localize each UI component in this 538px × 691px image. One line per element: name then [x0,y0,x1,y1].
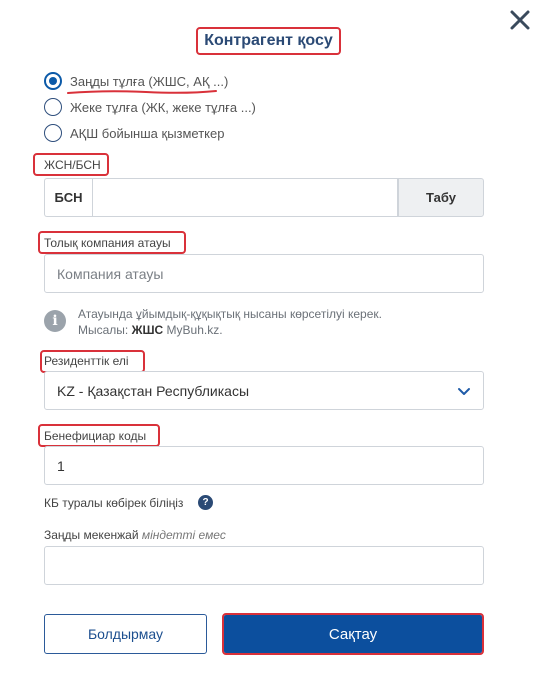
save-button[interactable]: Сақтау [224,615,482,653]
hint-example-prefix: Мысалы: [78,323,129,337]
beneficiary-value: 1 [57,457,65,474]
dialog-title: Контрагент қосу [204,32,333,49]
company-name-input[interactable]: Компания атауы [44,254,484,293]
company-name-placeholder: Компания атауы [57,265,164,282]
search-button[interactable]: Табу [398,178,484,217]
hint-example: Мысалы: ЖШС MyBuh.kz. [78,322,418,338]
legal-address-label: Заңды мекенжай міндетті емес [44,528,226,542]
residency-select[interactable]: KZ - Қазақстан Республикасы [44,371,484,410]
chevron-down-icon [458,388,470,395]
bin-prefix: БСН [44,178,92,217]
radio-label: АҚШ бойынша қызметкер [70,125,225,141]
legal-address-optional: міндетті емес [141,528,226,542]
hint-example-bold: ЖШС [131,323,164,337]
radio-label: Жеке тұлға (ЖК, жеке тұлға ...) [70,99,256,115]
company-name-hint: Атауында ұйымдық-құқықтық нысаны көрсеті… [78,306,418,338]
residency-selected: KZ - Қазақстан Республикасы [57,382,250,399]
beneficiary-input[interactable]: 1 [44,446,484,485]
radio-button[interactable] [44,98,62,116]
legal-address-input[interactable] [44,546,484,585]
bin-input[interactable] [92,178,398,217]
bin-label: ЖСН/БСН [44,158,101,172]
radio-legal-entity[interactable]: Заңды тұлға (ЖШС, АҚ ...) [44,72,228,90]
close-button[interactable] [508,8,532,32]
company-name-label: Толық компания атауы [44,236,171,250]
radio-us-employee[interactable]: АҚШ бойынша қызметкер [44,124,224,142]
close-icon [510,10,530,30]
radio-individual[interactable]: Жеке тұлға (ЖК, жеке тұлға ...) [44,98,256,116]
hint-line: Атауында ұйымдық-құқықтық нысаны көрсеті… [78,307,382,321]
radio-button[interactable] [44,124,62,142]
beneficiary-label: Бенефициар коды [44,429,147,443]
info-icon: i [44,310,66,332]
cancel-button[interactable]: Болдырмау [44,614,207,654]
residency-label: Резиденттік елі [44,354,129,368]
beneficiary-help-link[interactable]: КБ туралы көбірек біліңіз [44,496,183,510]
radio-button-checked[interactable] [44,72,62,90]
help-icon[interactable]: ? [198,495,213,510]
hint-example-rest: MyBuh.kz. [166,323,223,337]
radio-label: Заңды тұлға (ЖШС, АҚ ...) [70,73,229,89]
legal-address-label-text: Заңды мекенжай [44,528,139,542]
